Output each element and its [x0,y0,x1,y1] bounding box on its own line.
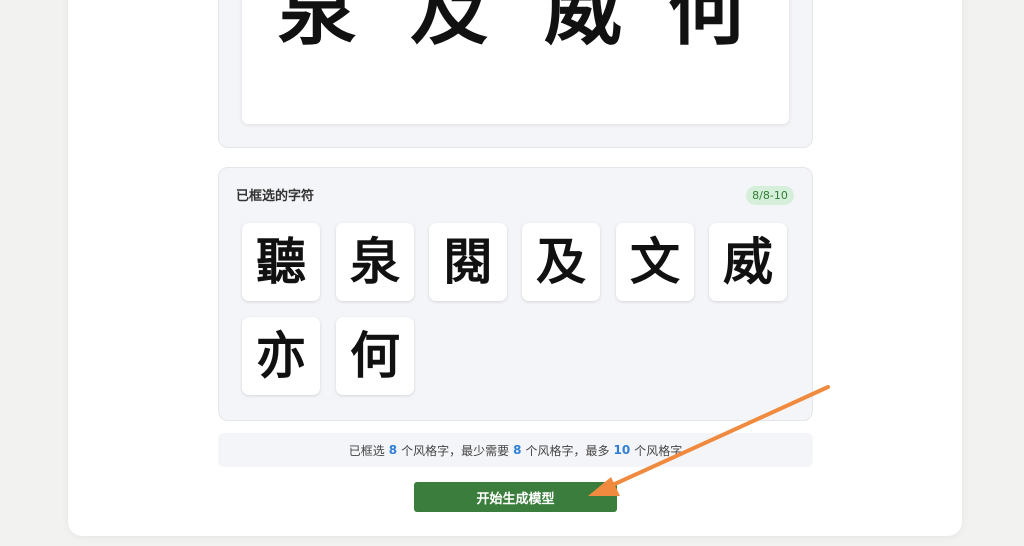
character-tile[interactable]: 閱 [429,223,507,301]
character-tile[interactable]: 泉 [336,223,414,301]
preview-glyph: 何 [668,0,747,56]
start-generate-model-button[interactable]: 开始生成模型 [414,482,617,512]
character-glyph: 文 [630,232,680,291]
character-tile[interactable]: 文 [616,223,694,301]
info-text: 个风格字，最多 [525,443,610,458]
character-tile[interactable]: 及 [522,223,600,301]
selected-count-number: 8 [388,443,398,457]
max-count-number: 10 [613,443,631,457]
preview-glyph: 及 [410,0,489,56]
character-tile[interactable]: 亦 [242,317,320,395]
character-tile[interactable]: 聽 [242,223,320,301]
character-glyph: 閱 [443,232,493,291]
character-glyph: 聽 [256,232,306,291]
preview-glyph: 威 [544,0,623,56]
character-tile[interactable]: 威 [709,223,787,301]
info-text: 个风格字，最少需要 [401,443,510,458]
character-glyph: 及 [536,232,586,291]
calligraphy-preview-image: 泉 及 威 何 [242,0,789,124]
character-glyph: 何 [350,326,400,385]
selection-info-bar: 已框选 8 个风格字，最少需要 8 个风格字，最多 10 个风格字 [218,433,813,467]
selection-count-badge: 8/8-10 [746,186,794,205]
info-text: 已框选 [348,443,385,458]
character-glyph: 泉 [350,232,400,291]
info-text: 个风格字 [634,443,683,458]
character-tile[interactable]: 何 [336,317,414,395]
character-glyph: 威 [723,232,773,291]
character-glyph: 亦 [256,326,306,385]
selected-characters-title: 已框选的字符 [236,189,315,204]
min-count-number: 8 [513,443,522,457]
preview-glyph: 泉 [278,0,357,56]
